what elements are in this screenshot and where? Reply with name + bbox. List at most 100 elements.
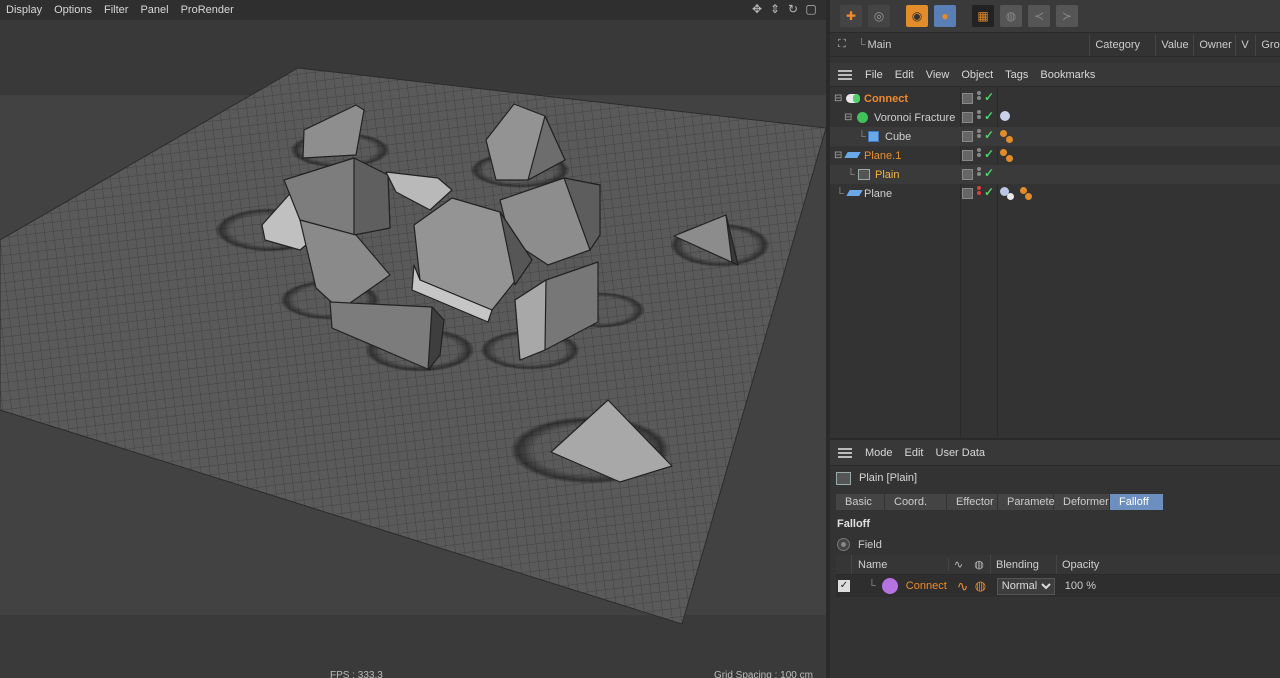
- enabled-check-icon[interactable]: ✓: [984, 128, 994, 142]
- am-menu-edit[interactable]: Edit: [899, 447, 930, 459]
- object-name[interactable]: Plane: [864, 188, 892, 200]
- layer-name[interactable]: Main: [868, 39, 892, 51]
- move-view-icon[interactable]: ✥: [750, 2, 764, 16]
- tab-coord[interactable]: Coord.: [885, 494, 947, 510]
- enabled-check-icon[interactable]: ✓: [984, 185, 994, 199]
- deformer-tag-icon[interactable]: [1007, 193, 1014, 200]
- material-tag-icon[interactable]: [1025, 193, 1032, 200]
- 3d-viewport[interactable]: Display Options Filter Panel ProRender ✥…: [0, 0, 826, 678]
- enabled-check-icon[interactable]: ✓: [984, 109, 994, 123]
- field-label: Field: [858, 538, 882, 551]
- enabled-check-icon[interactable]: ✓: [984, 147, 994, 161]
- edit-toggle-icon[interactable]: [962, 93, 973, 104]
- header-opacity[interactable]: Opacity: [1056, 555, 1280, 574]
- edit-toggle-icon[interactable]: [962, 188, 973, 199]
- field-name[interactable]: Connect: [906, 580, 950, 592]
- collapse-icon[interactable]: ⊟: [834, 150, 842, 161]
- col-category[interactable]: Category: [1089, 33, 1155, 56]
- object-row-voronoi-fracture[interactable]: ⊟ Voronoi Fracture ✓: [830, 108, 1280, 127]
- mograph-tag-icon[interactable]: [1000, 111, 1010, 121]
- visibility-dots-icon[interactable]: [977, 129, 983, 139]
- field-list-header: Name ∿ ◍ Blending Opacity: [836, 555, 1280, 575]
- layer-icon[interactable]: ⛶: [838, 38, 846, 51]
- col-group[interactable]: Gro: [1255, 33, 1280, 56]
- render-icon[interactable]: ▦: [972, 5, 994, 27]
- om-menu-tags[interactable]: Tags: [999, 69, 1034, 81]
- col-value[interactable]: Value: [1155, 33, 1193, 56]
- col-v[interactable]: V: [1235, 33, 1255, 56]
- object-title-row: Plain [Plain]: [830, 466, 1280, 490]
- material-tag-icon[interactable]: [1006, 155, 1013, 162]
- menu-icon[interactable]: [838, 447, 852, 458]
- tab-falloff[interactable]: Falloff: [1110, 494, 1164, 510]
- dolly-view-icon[interactable]: ⇕: [768, 2, 782, 16]
- tab-deformer[interactable]: Deformer: [1054, 494, 1110, 510]
- am-menu-user-data[interactable]: User Data: [930, 447, 992, 459]
- om-menu-object[interactable]: Object: [955, 69, 999, 81]
- mograph-icon[interactable]: ●: [934, 5, 956, 27]
- object-list: ⊟ Connect ✓ ⊟ Voronoi Fracture ✓ └ Cube …: [830, 87, 1280, 437]
- sim-icon[interactable]: ◉: [906, 5, 928, 27]
- tab-basic[interactable]: Basic: [836, 494, 885, 510]
- viewport-menu-options[interactable]: Options: [48, 4, 98, 16]
- object-row-plane-1[interactable]: ⊟ Plane.1 ✓: [830, 146, 1280, 165]
- object-name[interactable]: Plain: [875, 169, 899, 181]
- viewport-menu-panel[interactable]: Panel: [134, 4, 174, 16]
- enabled-check-icon[interactable]: ✓: [984, 90, 994, 104]
- render-settings-icon[interactable]: ◍: [1000, 5, 1022, 27]
- object-name[interactable]: Plane.1: [864, 150, 901, 162]
- color-mix-icon: ◍: [974, 559, 984, 571]
- om-menu-edit[interactable]: Edit: [889, 69, 920, 81]
- visibility-dots-icon[interactable]: [977, 91, 983, 101]
- om-menu-file[interactable]: File: [859, 69, 889, 81]
- viewport-menu-prorender[interactable]: ProRender: [175, 4, 240, 16]
- material-tag-icon[interactable]: [1000, 130, 1007, 137]
- add-tag-icon[interactable]: ◎: [868, 5, 890, 27]
- field-row-connect[interactable]: ✓ └ Connect ∿ ◍ Normal 100 %: [836, 575, 1280, 597]
- rotate-view-icon[interactable]: ↻: [786, 2, 800, 16]
- maximize-view-icon[interactable]: ▢: [804, 2, 818, 16]
- attribute-columns-header: Category Value Owner V Gro: [1089, 33, 1280, 56]
- object-row-plain[interactable]: └ Plain ✓: [830, 165, 1280, 184]
- collapse-icon[interactable]: ⊟: [834, 93, 842, 104]
- header-blending[interactable]: Blending: [990, 555, 1056, 574]
- visibility-dots-icon[interactable]: [977, 110, 983, 120]
- field-enabled-checkbox[interactable]: ✓: [838, 580, 850, 592]
- visibility-dots-icon[interactable]: [977, 186, 983, 196]
- tab-parameter[interactable]: Parameter: [998, 494, 1058, 510]
- material-tag-icon[interactable]: [1006, 136, 1013, 143]
- viewport-menu-filter[interactable]: Filter: [98, 4, 134, 16]
- plane-object-icon: [846, 190, 863, 196]
- attribute-manager-menu: Mode Edit User Data: [830, 438, 1280, 466]
- object-name[interactable]: Voronoi Fracture: [874, 112, 955, 124]
- blending-select[interactable]: Normal: [996, 577, 1055, 595]
- history-forward-icon[interactable]: ≻: [1056, 5, 1078, 27]
- object-row-connect[interactable]: ⊟ Connect ✓: [830, 89, 1280, 108]
- edit-toggle-icon[interactable]: [962, 131, 973, 142]
- new-object-icon[interactable]: ✚: [840, 5, 862, 27]
- col-owner[interactable]: Owner: [1193, 33, 1235, 56]
- collapse-icon[interactable]: ⊟: [844, 112, 852, 123]
- object-row-cube[interactable]: └ Cube ✓: [830, 127, 1280, 146]
- history-back-icon[interactable]: ≺: [1028, 5, 1050, 27]
- enabled-check-icon[interactable]: ✓: [984, 166, 994, 180]
- edit-toggle-icon[interactable]: [962, 112, 973, 123]
- material-tag-icon[interactable]: [1000, 149, 1007, 156]
- object-row-plane[interactable]: └ Plane ✓: [830, 184, 1280, 203]
- visibility-dots-icon[interactable]: [977, 167, 983, 177]
- menu-icon[interactable]: [838, 69, 852, 80]
- edit-toggle-icon[interactable]: [962, 150, 973, 161]
- object-name[interactable]: Cube: [885, 131, 911, 143]
- opacity-value[interactable]: 100 %: [1065, 580, 1096, 592]
- visibility-dots-icon[interactable]: [977, 148, 983, 158]
- tab-effector[interactable]: Effector: [947, 494, 998, 510]
- om-menu-view[interactable]: View: [920, 69, 956, 81]
- om-menu-bookmarks[interactable]: Bookmarks: [1034, 69, 1101, 81]
- edit-toggle-icon[interactable]: [962, 169, 973, 180]
- viewport-menu-display[interactable]: Display: [0, 4, 48, 16]
- am-menu-mode[interactable]: Mode: [859, 447, 899, 459]
- color-mix-icon: ◍: [974, 578, 987, 593]
- field-radio[interactable]: [837, 538, 850, 551]
- object-name[interactable]: Connect: [864, 93, 908, 105]
- header-name[interactable]: Name: [851, 555, 948, 574]
